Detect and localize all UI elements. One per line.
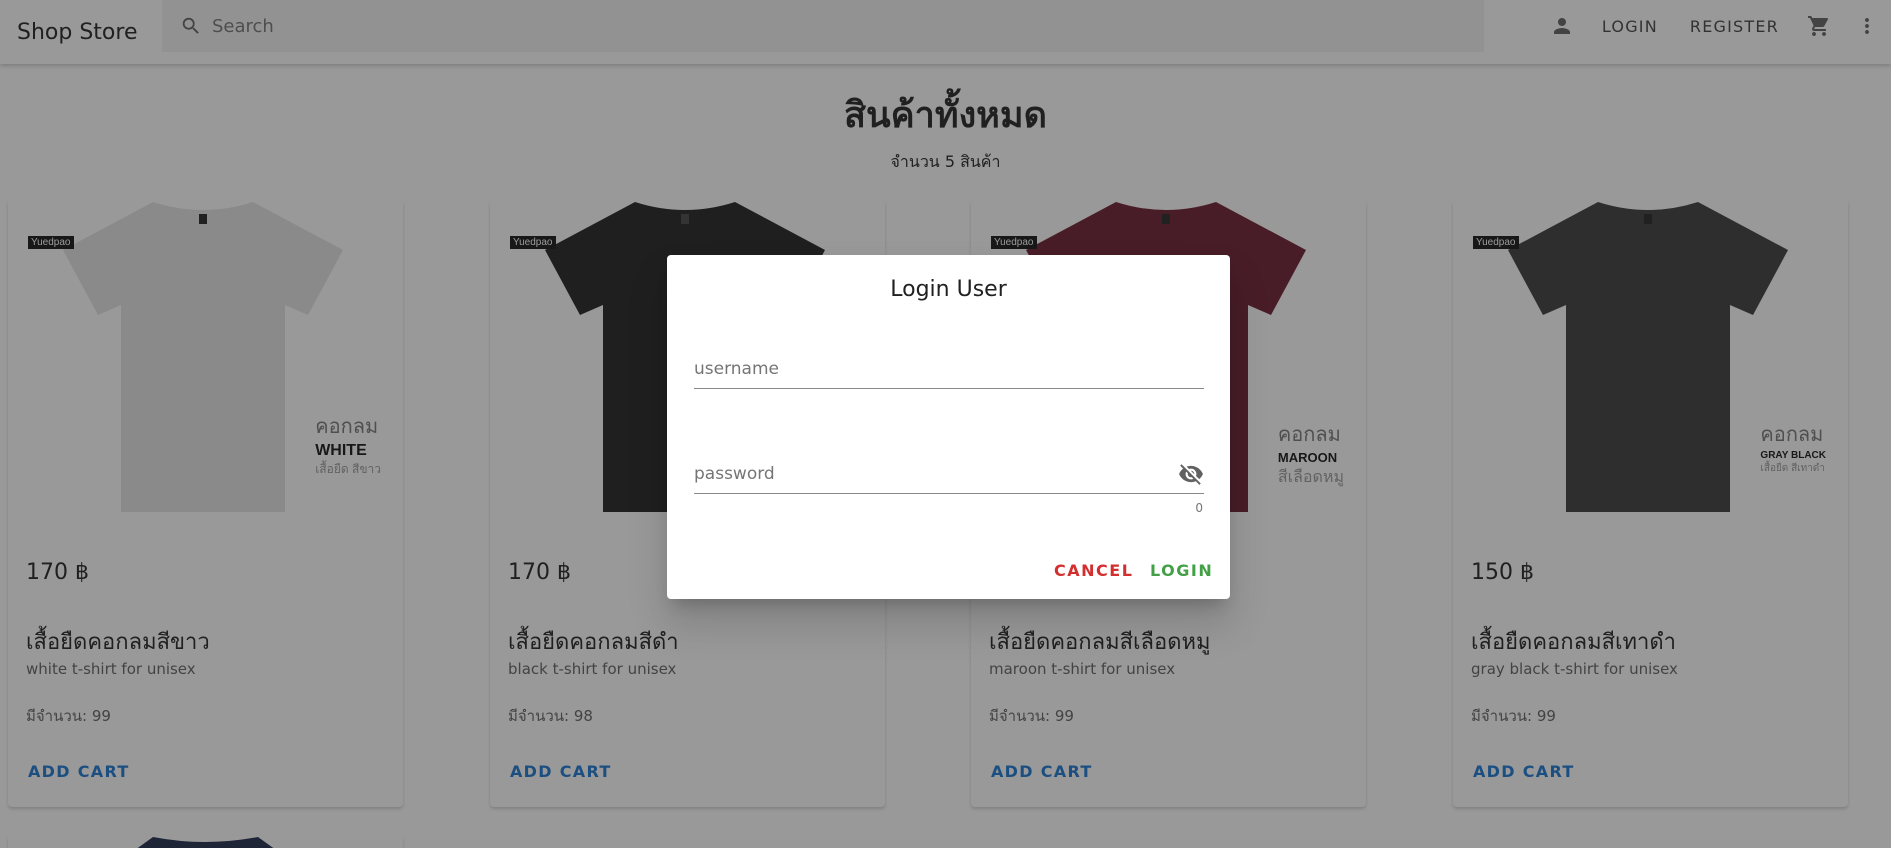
username-field[interactable] bbox=[694, 349, 1204, 389]
password-char-counter: 0 bbox=[1195, 501, 1203, 515]
login-dialog: Login User 0 CANCEL LOGIN bbox=[667, 255, 1230, 599]
password-field[interactable] bbox=[694, 454, 1204, 494]
password-input[interactable] bbox=[694, 463, 1178, 484]
login-button[interactable]: LOGIN bbox=[1150, 561, 1213, 580]
username-input[interactable] bbox=[694, 358, 1204, 379]
cancel-button[interactable]: CANCEL bbox=[1054, 561, 1133, 580]
eye-off-icon[interactable] bbox=[1178, 461, 1204, 487]
dialog-title: Login User bbox=[890, 277, 1007, 302]
